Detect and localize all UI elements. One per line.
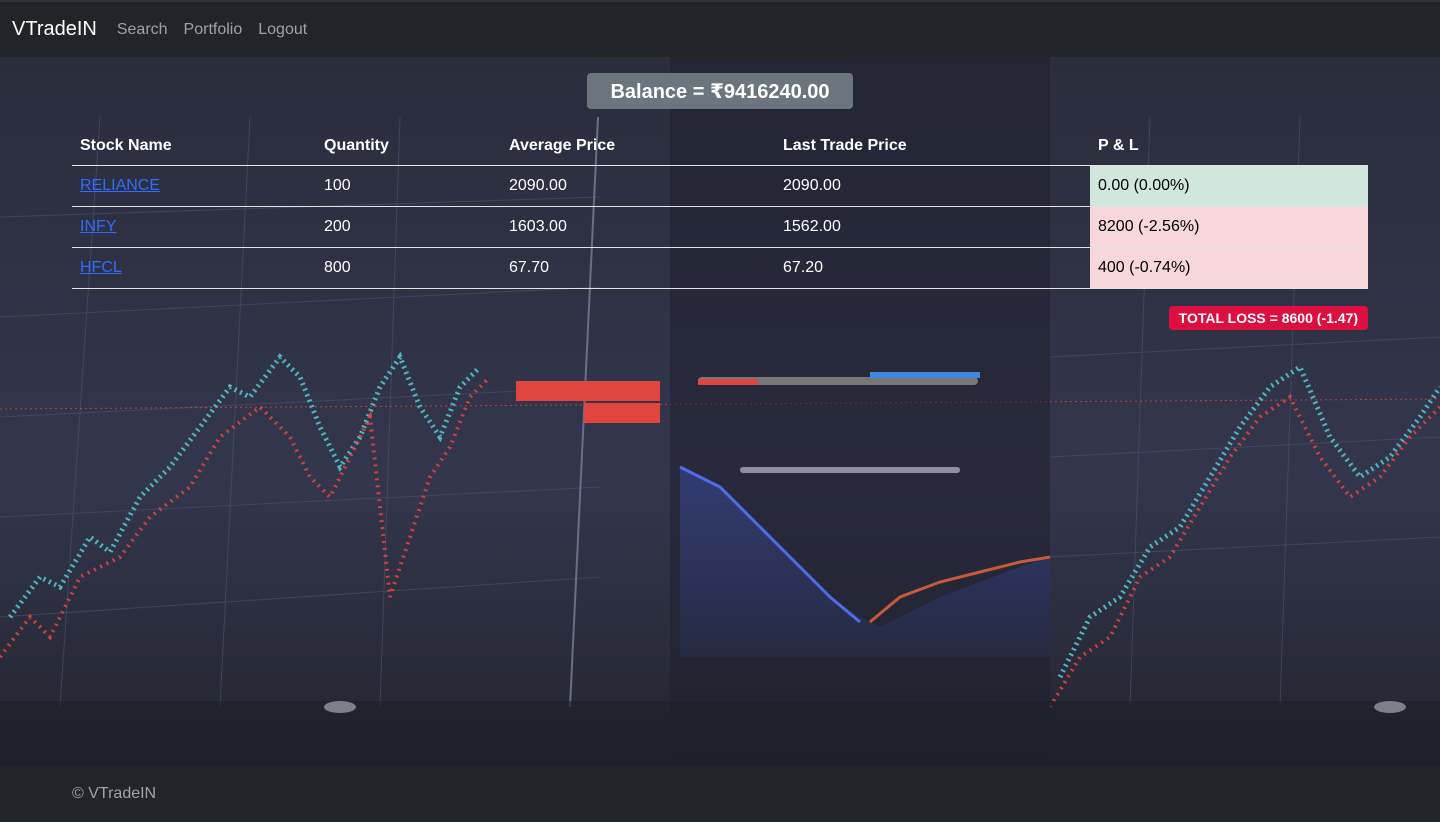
pnl-cell: 0.00 (0.00%): [1090, 165, 1368, 207]
header-stock-name: Stock Name: [72, 127, 316, 166]
brand-logo[interactable]: VTradeIN: [12, 18, 97, 41]
last-trade-price-cell: 67.20: [775, 247, 1090, 289]
table-header-row: Stock Name Quantity Average Price Last T…: [72, 127, 1368, 166]
quantity-cell: 200: [316, 206, 501, 248]
nav-logout[interactable]: Logout: [258, 21, 307, 39]
navbar: VTradeIN Search Portfolio Logout: [0, 0, 1440, 57]
nav-portfolio[interactable]: Portfolio: [184, 21, 243, 39]
table-row: RELIANCE 100 2090.00 2090.00 0.00 (0.00%…: [72, 165, 1368, 207]
average-price-cell: 67.70: [501, 247, 775, 289]
footer: © VTradeIN: [0, 766, 1440, 822]
table-row: INFY 200 1603.00 1562.00 8200 (-2.56%): [72, 206, 1368, 248]
balance-badge: Balance = ₹9416240.00: [587, 73, 853, 109]
average-price-cell: 2090.00: [501, 165, 775, 207]
stock-link-infy[interactable]: INFY: [80, 218, 116, 235]
total-loss-badge: TOTAL LOSS = 8600 (-1.47): [1168, 306, 1368, 330]
stock-name-cell: RELIANCE: [72, 165, 316, 207]
portfolio-content: Balance = ₹9416240.00 Stock Name Quantit…: [0, 57, 1440, 766]
footer-copyright: © VTradeIN: [72, 785, 157, 802]
header-average-price: Average Price: [501, 127, 775, 166]
table-row: HFCL 800 67.70 67.20 400 (-0.74%): [72, 247, 1368, 289]
header-quantity: Quantity: [316, 127, 501, 166]
stock-name-cell: INFY: [72, 206, 316, 248]
stock-name-cell: HFCL: [72, 247, 316, 289]
holdings-table: Stock Name Quantity Average Price Last T…: [72, 127, 1368, 289]
average-price-cell: 1603.00: [501, 206, 775, 248]
stock-link-reliance[interactable]: RELIANCE: [80, 177, 160, 194]
header-pnl: P & L: [1090, 127, 1368, 166]
last-trade-price-cell: 1562.00: [775, 206, 1090, 248]
last-trade-price-cell: 2090.00: [775, 165, 1090, 207]
pnl-cell: 8200 (-2.56%): [1090, 206, 1368, 248]
nav-search[interactable]: Search: [117, 21, 168, 39]
pnl-cell: 400 (-0.74%): [1090, 247, 1368, 289]
stock-link-hfcl[interactable]: HFCL: [80, 259, 122, 276]
quantity-cell: 100: [316, 165, 501, 207]
header-last-trade-price: Last Trade Price: [775, 127, 1090, 166]
quantity-cell: 800: [316, 247, 501, 289]
